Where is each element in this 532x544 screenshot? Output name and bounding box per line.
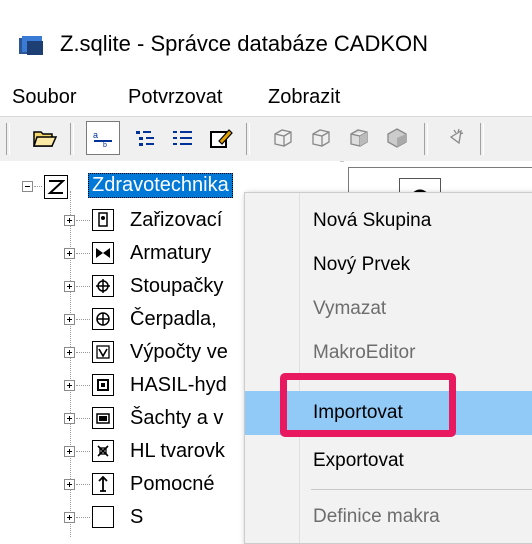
misc-icon [92, 506, 114, 528]
menu-bar: Soubor Potvrzovat Zobrazit [0, 78, 532, 116]
menu-item-vymazat[interactable]: Vymazat [245, 287, 532, 331]
cube-solid-button[interactable] [380, 121, 414, 155]
toolbar: a b [0, 116, 532, 162]
tree-item-label[interactable]: Armatury [130, 242, 211, 265]
menu-item-label: Nová Skupina [313, 210, 432, 231]
cube-icon [312, 129, 330, 147]
fitting-icon [92, 440, 114, 462]
tree-connector [76, 385, 90, 386]
edit-icon [210, 129, 233, 148]
cube-shade-button[interactable] [342, 121, 376, 155]
expand-icon[interactable] [64, 215, 75, 226]
cube-wire-icon [274, 129, 292, 147]
tree-item-label[interactable]: Čerpadla, [130, 308, 217, 331]
expand-icon[interactable] [64, 248, 75, 259]
menu-soubor[interactable]: Soubor [12, 86, 77, 109]
menu-item-label: Exportovat [313, 450, 404, 471]
menu-item-exportovat[interactable]: Exportovat [245, 439, 532, 483]
menu-item-label: Definice makra [313, 506, 440, 527]
window-title: Z.sqlite - Správce databáze CADKON [60, 31, 429, 56]
tree-connector [76, 319, 90, 320]
expand-icon[interactable] [64, 380, 75, 391]
tree-connector [76, 352, 90, 353]
tree-connector [76, 517, 90, 518]
tree-item-label[interactable]: S [130, 506, 143, 529]
svg-text:a: a [93, 130, 98, 140]
menu-zobrazit[interactable]: Zobrazit [268, 86, 340, 109]
expand-icon[interactable] [64, 446, 75, 457]
tree-item-label[interactable]: HASIL-hyd [130, 374, 227, 397]
tree-root-label[interactable]: Zdravotechnika [88, 173, 233, 198]
edit-button[interactable] [204, 121, 238, 155]
menu-item-nova-skupina[interactable]: Nová Skupina [245, 199, 532, 243]
pump-icon [92, 308, 114, 330]
app-database-icon [19, 36, 43, 55]
toolbar-separator [480, 123, 484, 155]
expand-icon[interactable] [64, 413, 75, 424]
expand-icon[interactable] [64, 281, 75, 292]
cursor-button[interactable] [440, 121, 474, 155]
svg-text:b: b [103, 142, 107, 148]
fixture-icon [92, 209, 114, 231]
cube-wire-button[interactable] [266, 121, 300, 155]
view-tree-button[interactable] [128, 121, 162, 155]
cube-shade-icon [350, 129, 368, 147]
title-bar: Z.sqlite - Správce databáze CADKON [0, 0, 532, 78]
menu-item-label: Vymazat [313, 298, 387, 319]
tree-item-label[interactable]: Pomocné [130, 473, 215, 496]
expand-icon[interactable] [64, 314, 75, 325]
shaft-icon [92, 407, 114, 429]
toolbar-separator [6, 123, 10, 155]
tree-connector [76, 286, 90, 287]
hydrant-icon [92, 374, 114, 396]
tree-item-label[interactable]: HL tvarovk [130, 440, 225, 463]
zigzag-icon [44, 175, 68, 199]
menu-item-label: Nový Prvek [313, 254, 411, 275]
collapse-icon[interactable] [22, 181, 33, 192]
tree-item-label[interactable]: Stoupačky [130, 275, 223, 298]
toolbar-separator [246, 123, 250, 155]
cursor-icon [449, 128, 464, 145]
valve-icon [92, 242, 114, 264]
riser-icon [92, 275, 114, 297]
tree-item-label[interactable]: Výpočty ve [130, 341, 228, 364]
cube-solid-icon [387, 128, 407, 148]
tree-connector [76, 451, 90, 452]
calc-icon [92, 341, 114, 363]
expand-icon[interactable] [64, 347, 75, 358]
menu-item-definice-makra[interactable]: Definice makra [245, 495, 532, 539]
toolbar-separator [70, 123, 74, 155]
menu-item-makroeditor[interactable]: MakroEditor [245, 331, 532, 375]
menu-separator [311, 489, 532, 490]
tree-connector [76, 484, 90, 485]
tree-connector [76, 253, 90, 254]
expand-icon[interactable] [64, 479, 75, 490]
open-folder-icon [32, 131, 58, 147]
cube-button[interactable] [304, 121, 338, 155]
open-folder-button[interactable] [28, 121, 62, 155]
view-tree-icon [136, 131, 154, 146]
menu-item-label: MakroEditor [313, 342, 416, 363]
toolbar-separator [424, 123, 428, 155]
tree-item-label[interactable]: Zařizovací [130, 209, 222, 232]
menu-potvrzovat[interactable]: Potvrzovat [128, 86, 222, 109]
view-list-icon: a b [93, 130, 112, 148]
context-menu: Nová Skupina Nový Prvek Vymazat MakroEdi… [244, 192, 532, 544]
expand-icon[interactable] [64, 512, 75, 523]
menu-item-novy-prvek[interactable]: Nový Prvek [245, 243, 532, 287]
tree-connector [34, 186, 42, 187]
tree-item-label[interactable]: Šachty a v [130, 407, 223, 430]
view-detail-icon [173, 131, 192, 145]
tree-connector [76, 220, 90, 221]
view-list-button[interactable]: a b [86, 121, 120, 155]
arrow-up-icon [92, 473, 114, 495]
tree-connector [76, 418, 90, 419]
view-detail-button[interactable] [166, 121, 200, 155]
highlight-annotation [280, 373, 456, 437]
